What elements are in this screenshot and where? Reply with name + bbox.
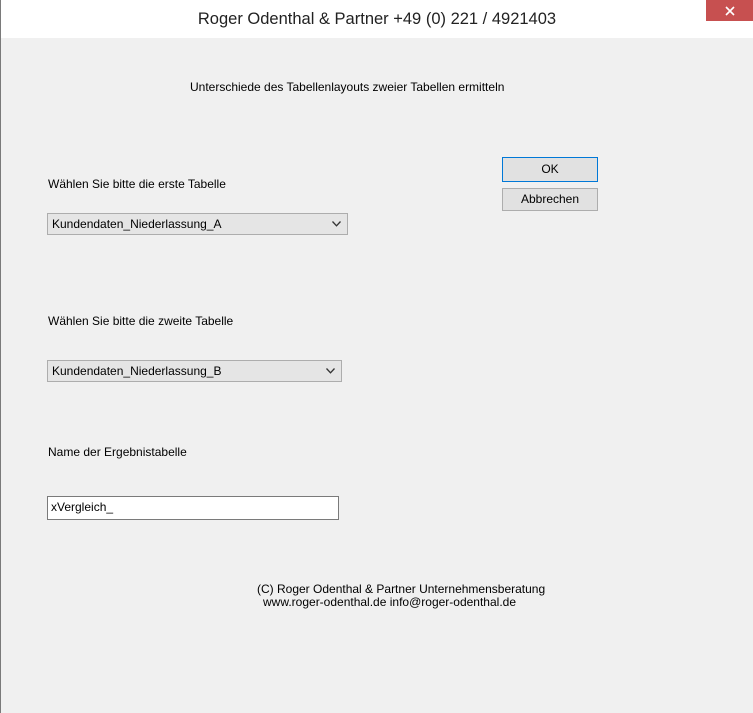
second-table-label: Wählen Sie bitte die zweite Tabelle (48, 314, 234, 328)
result-table-input[interactable]: xVergleich_ (47, 496, 339, 520)
footer-contact: www.roger-odenthal.de info@roger-odentha… (263, 595, 517, 609)
ok-button[interactable]: OK (502, 157, 598, 182)
dialog-heading: Unterschiede des Tabellenlayouts zweier … (190, 80, 505, 94)
title-bar: Roger Odenthal & Partner +49 (0) 221 / 4… (1, 0, 753, 38)
first-table-select-value: Kundendaten_Niederlassung_A (52, 217, 222, 231)
dialog-window: Roger Odenthal & Partner +49 (0) 221 / 4… (0, 0, 753, 713)
chevron-down-icon (332, 221, 341, 227)
first-table-select[interactable]: Kundendaten_Niederlassung_A (47, 213, 348, 235)
close-icon (724, 5, 735, 16)
close-button[interactable] (706, 0, 753, 21)
result-table-label: Name der Ergebnistabelle (48, 445, 187, 459)
chevron-down-icon (326, 368, 335, 374)
first-table-label: Wählen Sie bitte die erste Tabelle (48, 177, 226, 191)
cancel-button[interactable]: Abbrechen (502, 188, 598, 211)
window-title: Roger Odenthal & Partner +49 (0) 221 / 4… (197, 10, 557, 28)
second-table-select[interactable]: Kundendaten_Niederlassung_B (47, 360, 342, 382)
second-table-select-value: Kundendaten_Niederlassung_B (52, 364, 222, 378)
dialog-client-area: Unterschiede des Tabellenlayouts zweier … (9, 38, 753, 713)
